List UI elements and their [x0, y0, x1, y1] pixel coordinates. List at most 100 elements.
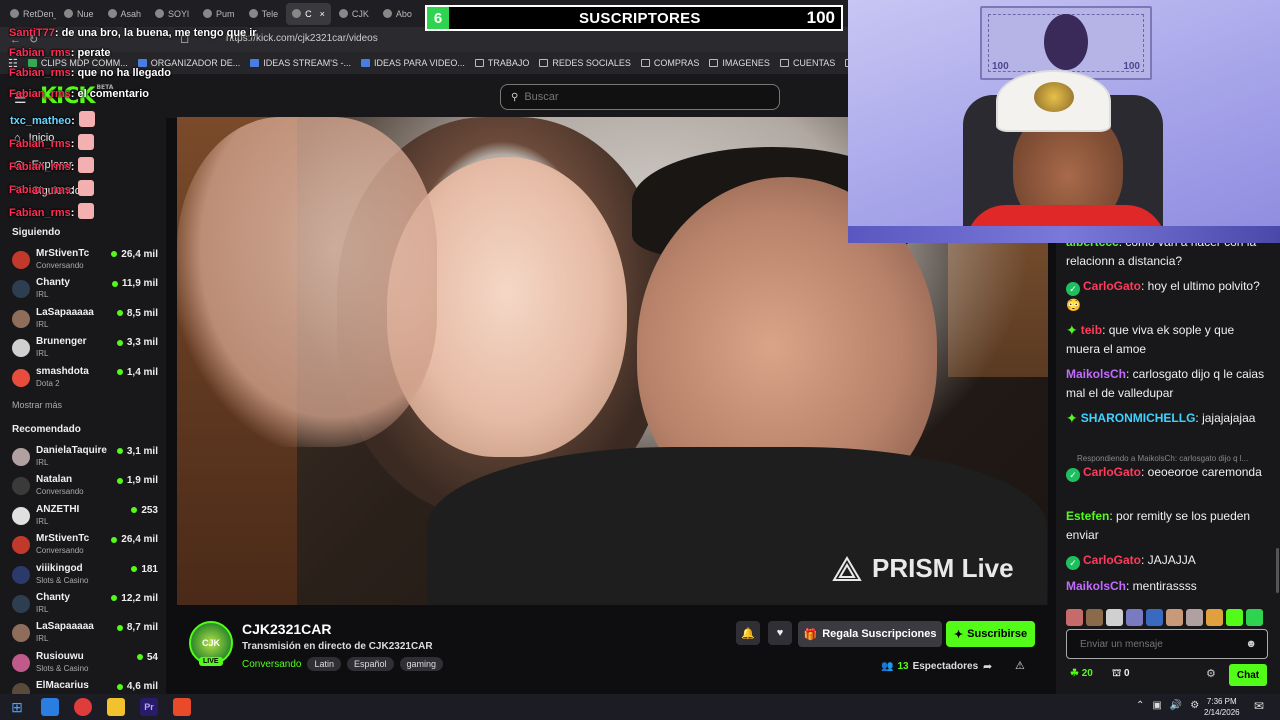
network-icon[interactable]: ▣	[1152, 700, 1161, 711]
channel-item[interactable]: smashdota Dota 2 1,4 mil	[12, 366, 162, 394]
emote-icon[interactable]	[1206, 609, 1223, 626]
channel-item[interactable]: Chanty IRL 12,2 mil	[12, 592, 162, 620]
channel-item[interactable]: LaSapaaaaa IRL 8,7 mil	[12, 621, 162, 649]
chat-send-button[interactable]: Chat	[1229, 664, 1267, 686]
emoji-icon[interactable]: ☻	[1245, 638, 1257, 650]
channel-item[interactable]: Natalan Conversando 1,9 mil	[12, 474, 162, 502]
chat-text: : JAJAJJA	[1141, 553, 1196, 567]
chat-scrollbar[interactable]	[1276, 548, 1279, 593]
notification-center-icon[interactable]: ✉	[1254, 699, 1264, 713]
chat-panel: albertccc: como van a hacer con la relac…	[1056, 243, 1280, 694]
emote-icon[interactable]	[1106, 609, 1123, 626]
tab-favicon-icon	[64, 9, 73, 18]
emote-icon[interactable]	[1246, 609, 1263, 626]
chat-input-box[interactable]: ☻	[1066, 629, 1268, 659]
gift-subs-button[interactable]: 🎁 Regala Suscripciones	[798, 621, 942, 647]
chat-username[interactable]: MaikolsCh	[1066, 367, 1126, 381]
chat-username[interactable]: MaikolsCh	[1066, 579, 1126, 593]
premiere-icon[interactable]: Pr	[140, 698, 158, 716]
settings-icon[interactable]: ⚙	[1190, 700, 1199, 711]
bookmark-item[interactable]: IDEAS STREAM'S -...	[250, 58, 351, 68]
browser-tab[interactable]: Asah	[102, 3, 148, 25]
channel-avatar	[12, 683, 30, 694]
bookmark-item[interactable]: CUENTAS	[779, 58, 835, 68]
browser-tab[interactable]: Nue	[58, 3, 100, 25]
emote-icon[interactable]	[1066, 609, 1083, 626]
browser-tab[interactable]: Abo	[377, 3, 418, 25]
browser-tab[interactable]: Pum	[197, 3, 241, 25]
chat-message-list[interactable]: albertccc: como van a hacer con la relac…	[1056, 243, 1280, 603]
volume-icon[interactable]: 🔊	[1170, 700, 1182, 711]
chat-username[interactable]: SHARONMICHELLG	[1081, 411, 1196, 425]
windows-start-icon[interactable]: ⊞	[8, 698, 26, 716]
browser-tab[interactable]: C ×	[286, 2, 331, 25]
browser-tab[interactable]: CJK	[333, 3, 375, 25]
share-icon[interactable]: ➦	[983, 660, 992, 673]
channel-name: Brunenger	[36, 336, 87, 348]
channel-item[interactable]: MrStivenTc Conversando 26,4 mil	[12, 533, 162, 561]
report-icon[interactable]: ⚠	[1015, 659, 1025, 672]
channel-item[interactable]: viiikingod Slots & Casino 181	[12, 563, 162, 591]
live-badge: LIVE	[199, 657, 223, 666]
channel-item[interactable]: Brunenger IRL 3,3 mil	[12, 336, 162, 364]
overlay-username: Fabian_rms	[9, 161, 71, 173]
chat-username[interactable]: CarloGato	[1083, 553, 1141, 567]
browser-tab[interactable]: SOYl	[149, 3, 195, 25]
tab-favicon-icon	[382, 9, 392, 18]
close-icon[interactable]: ×	[320, 9, 325, 19]
emote-icon[interactable]	[1126, 609, 1143, 626]
bookmark-item[interactable]: TRABAJO	[474, 58, 529, 68]
subscribe-button[interactable]: ✦ Suscribirse	[946, 621, 1035, 647]
follow-button[interactable]: ♥	[768, 621, 792, 645]
sub-goal: 100	[806, 8, 835, 27]
chat-message: ✦ teib: que viva ek sople y que muera el …	[1066, 321, 1271, 359]
chat-bank[interactable]: ⛫ 0	[1112, 668, 1130, 681]
chat-input[interactable]	[1080, 638, 1240, 650]
chat-username[interactable]: Estefen	[1066, 509, 1109, 523]
notification-button[interactable]: 🔔	[736, 621, 760, 645]
category-link[interactable]: Conversando	[242, 659, 301, 670]
bookmark-item[interactable]: IMAGENES	[709, 58, 770, 68]
channel-item[interactable]: ANZETHI IRL 253	[12, 504, 162, 532]
chat-username[interactable]: teib	[1081, 323, 1102, 337]
emote-icon[interactable]	[1086, 609, 1103, 626]
tag-espanol[interactable]: Español	[347, 657, 394, 671]
channel-item[interactable]: MrStivenTc Conversando 26,4 mil	[12, 248, 162, 276]
file-explorer-icon[interactable]	[41, 698, 59, 716]
brave-icon[interactable]	[173, 698, 191, 716]
emote-icon[interactable]	[1146, 609, 1163, 626]
sticky-notes-icon[interactable]	[107, 698, 125, 716]
viewer-count: 26,4 mil	[111, 534, 158, 545]
channel-item[interactable]: DanielaTaquire IRL 3,1 mil	[12, 445, 162, 473]
tag-latin[interactable]: Latin	[307, 657, 342, 671]
bookmark-item[interactable]: REDES SOCIALES	[539, 58, 631, 68]
channel-item[interactable]: Chanty IRL 11,9 mil	[12, 277, 162, 305]
chat-username[interactable]: albertccc	[1066, 243, 1119, 249]
obs-icon[interactable]	[74, 698, 92, 716]
search-input[interactable]	[524, 91, 765, 103]
points-value: 20	[1081, 668, 1093, 679]
browser-tab[interactable]: Tele	[243, 3, 285, 25]
browser-tab[interactable]: RetDen_mei	[4, 3, 56, 25]
clock[interactable]: 7:36 PM 2/14/2026	[1204, 696, 1240, 718]
channel-points[interactable]: ☘ 20	[1070, 668, 1093, 679]
viewer-count: 8,5 mil	[117, 308, 158, 319]
chevron-up-icon[interactable]: ⌃	[1136, 700, 1144, 711]
bookmark-item[interactable]: COMPRAS	[640, 58, 699, 68]
channel-item[interactable]: Rusiouwu Slots & Casino 54	[12, 651, 162, 679]
channel-item[interactable]: LaSapaaaaa IRL 8,5 mil	[12, 307, 162, 335]
tag-gaming[interactable]: gaming	[399, 657, 444, 671]
show-more-link[interactable]: Mostrar más	[12, 400, 62, 410]
chat-username[interactable]: CarloGato	[1083, 279, 1141, 293]
gear-icon[interactable]: ⚙	[1206, 667, 1216, 680]
channel-item[interactable]: ElMacarius 4,6 mil	[12, 680, 162, 694]
chat-username[interactable]: CarloGato	[1083, 465, 1141, 479]
emote-icon[interactable]	[1166, 609, 1183, 626]
search-box[interactable]: ⚲	[500, 84, 780, 110]
emote-icon[interactable]	[1186, 609, 1203, 626]
channel-name[interactable]: CJK2321CAR	[242, 621, 331, 637]
tab-label: Nue	[77, 8, 94, 19]
emote-icon[interactable]	[1226, 609, 1243, 626]
bookmark-item[interactable]: IDEAS PARA VIDEO...	[360, 58, 465, 68]
channel-name: MrStivenTc	[36, 248, 90, 259]
